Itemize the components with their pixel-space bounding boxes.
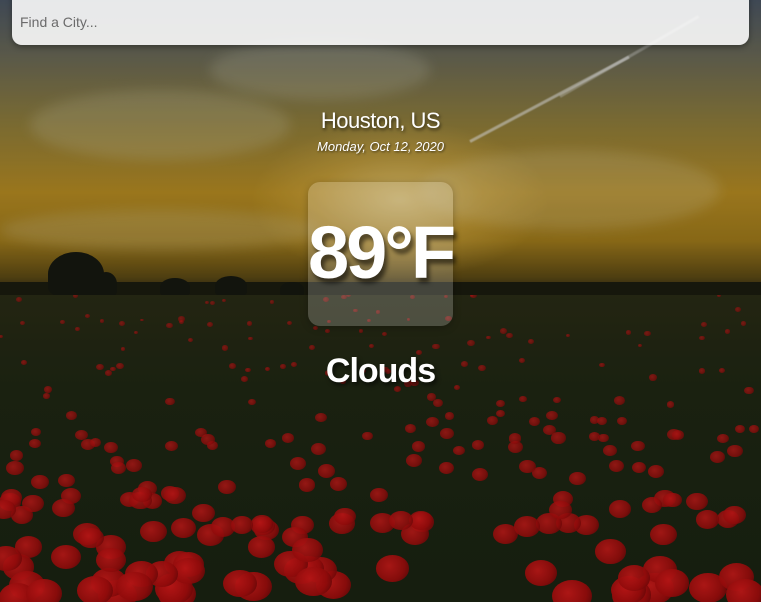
search-bar bbox=[12, 0, 749, 45]
weather-app: Houston, US Monday, Oct 12, 2020 89°F Cl… bbox=[0, 0, 761, 602]
weather-condition: Clouds bbox=[325, 352, 436, 390]
location-label: Houston, US bbox=[320, 108, 441, 133]
temperature-card: 89°F bbox=[308, 182, 456, 326]
city-search-input[interactable] bbox=[20, 10, 720, 34]
temperature-value: 89°F bbox=[308, 211, 456, 294]
date-label: Monday, Oct 12, 2020 bbox=[317, 139, 444, 154]
